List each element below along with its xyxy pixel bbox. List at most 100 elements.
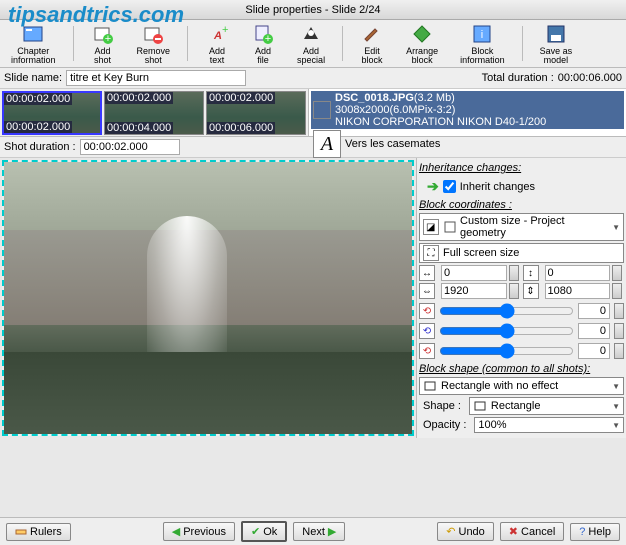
svg-text:i: i bbox=[481, 29, 483, 41]
arrange-block-button[interactable]: Arrange block bbox=[399, 22, 445, 65]
rotate-y-slider[interactable] bbox=[439, 344, 574, 358]
svg-text:+: + bbox=[104, 33, 110, 45]
edit-block-button[interactable]: Edit block bbox=[353, 22, 391, 65]
previous-button[interactable]: ◀Previous bbox=[163, 522, 235, 541]
ry-spin[interactable] bbox=[614, 343, 624, 359]
rulers-button[interactable]: Rulers bbox=[6, 523, 71, 541]
rotate-z-value[interactable]: 0 bbox=[578, 303, 610, 319]
rotate-y-icon: ⟲ bbox=[419, 343, 435, 359]
remove-shot-button[interactable]: Remove shot bbox=[130, 22, 178, 65]
undo-icon: ↶ bbox=[446, 525, 455, 538]
y-input[interactable] bbox=[545, 265, 611, 281]
help-icon: ? bbox=[579, 526, 585, 538]
ok-button[interactable]: ✔Ok bbox=[241, 521, 287, 542]
h-spin[interactable] bbox=[612, 283, 622, 299]
w-spin[interactable] bbox=[509, 283, 519, 299]
chapter-info-button[interactable]: Chapter information bbox=[4, 22, 63, 65]
rotate-x-value[interactable]: 0 bbox=[578, 323, 610, 339]
save-model-icon bbox=[544, 23, 568, 45]
rotate-x-slider[interactable] bbox=[439, 324, 574, 338]
shot-thumb-2[interactable]: 00:00:02.000 00:00:04.000 bbox=[104, 91, 204, 135]
add-shot-icon: + bbox=[91, 23, 115, 45]
h-icon: ⇕ bbox=[523, 283, 539, 299]
svg-text:A: A bbox=[213, 30, 222, 42]
shot-thumbnails: 00:00:02.000 00:00:02.000 00:00:02.000 0… bbox=[0, 89, 308, 136]
shape-title: Block shape (common to all shots): bbox=[419, 361, 624, 377]
text-block-icon: A bbox=[313, 130, 341, 158]
x-input[interactable] bbox=[441, 265, 507, 281]
next-icon: ▶ bbox=[328, 525, 336, 538]
h-input[interactable] bbox=[545, 283, 611, 299]
resize-icon bbox=[443, 220, 457, 234]
block-list: DSC_0018.JPG(3.2 Mb) 3008x2000(6.0MPix-3… bbox=[308, 89, 626, 136]
y-icon: ↕ bbox=[523, 265, 539, 281]
arrange-block-icon bbox=[410, 23, 434, 45]
coords-title: Block coordinates : bbox=[419, 197, 624, 213]
slide-name-label: Slide name: bbox=[4, 72, 62, 84]
add-file-icon: + bbox=[251, 23, 275, 45]
undo-button[interactable]: ↶Undo bbox=[437, 522, 494, 541]
custom-size-combo[interactable]: ◪ Custom size - Project geometry ▼ bbox=[419, 213, 624, 241]
rotate-x-icon: ⟲ bbox=[419, 323, 435, 339]
opacity-combo[interactable]: 100%▼ bbox=[474, 417, 624, 433]
inheritance-title: Inheritance changes: bbox=[419, 160, 624, 176]
arrow-right-icon: ➔ bbox=[427, 178, 439, 195]
opacity-label: Opacity : bbox=[419, 417, 470, 433]
main-toolbar: Chapter information + Add shot Remove sh… bbox=[0, 20, 626, 68]
w-icon: ⇔ bbox=[419, 283, 435, 299]
remove-shot-icon bbox=[141, 23, 165, 45]
svg-text:+: + bbox=[265, 33, 271, 45]
shot-thumb-3[interactable]: 00:00:02.000 00:00:06.000 bbox=[206, 91, 306, 135]
full-screen-button[interactable]: ⛶ Full screen size bbox=[419, 243, 624, 263]
next-button[interactable]: Next▶ bbox=[293, 522, 345, 541]
add-shot-button[interactable]: + Add shot bbox=[84, 22, 122, 65]
image-block-row[interactable]: DSC_0018.JPG(3.2 Mb) 3008x2000(6.0MPix-3… bbox=[311, 91, 624, 129]
y-spin[interactable] bbox=[612, 265, 622, 281]
slide-name-input[interactable] bbox=[66, 70, 246, 86]
rotate-z-icon: ⟲ bbox=[419, 303, 435, 319]
text-block-row[interactable]: A Vers les casemates bbox=[311, 129, 624, 159]
preview-canvas[interactable] bbox=[2, 160, 414, 436]
timeline: 00:00:02.000 00:00:02.000 00:00:02.000 0… bbox=[0, 89, 626, 137]
slide-name-row: Slide name: Total duration : 00:00:06.00… bbox=[0, 68, 626, 89]
rotate-y-value[interactable]: 0 bbox=[578, 343, 610, 359]
add-file-button[interactable]: + Add file bbox=[244, 22, 282, 65]
save-model-button[interactable]: Save as model bbox=[533, 22, 580, 65]
svg-text:+: + bbox=[222, 24, 228, 36]
prev-icon: ◀ bbox=[172, 525, 180, 538]
rx-spin[interactable] bbox=[614, 323, 624, 339]
shot-duration-input[interactable] bbox=[80, 139, 180, 155]
add-special-icon bbox=[299, 23, 323, 45]
shape-label: Shape : bbox=[419, 398, 465, 414]
x-spin[interactable] bbox=[509, 265, 519, 281]
total-duration-label: Total duration : bbox=[482, 72, 554, 84]
block-info-button[interactable]: i Block information bbox=[453, 22, 512, 65]
shape-rect-icon bbox=[473, 399, 487, 413]
shot-thumb-1[interactable]: 00:00:02.000 00:00:02.000 bbox=[2, 91, 102, 135]
add-text-icon: A+ bbox=[205, 23, 229, 45]
cancel-icon: ✖ bbox=[509, 525, 518, 538]
image-thumb-icon bbox=[313, 101, 331, 119]
chapter-icon bbox=[21, 23, 45, 45]
rz-spin[interactable] bbox=[614, 303, 624, 319]
edit-block-icon bbox=[360, 23, 384, 45]
shape-combo[interactable]: Rectangle▼ bbox=[469, 397, 624, 415]
block-info-icon: i bbox=[470, 23, 494, 45]
coord-mode-icon: ◪ bbox=[423, 219, 439, 235]
inherit-checkbox[interactable] bbox=[443, 180, 456, 193]
fullscreen-icon: ⛶ bbox=[423, 245, 439, 261]
rotate-z-slider[interactable] bbox=[439, 304, 574, 318]
rulers-icon bbox=[15, 526, 27, 538]
window-title: Slide properties - Slide 2/24 bbox=[0, 0, 626, 20]
shot-duration-label: Shot duration : bbox=[4, 141, 76, 153]
w-input[interactable] bbox=[441, 283, 507, 299]
cancel-button[interactable]: ✖Cancel bbox=[500, 522, 564, 541]
add-text-button[interactable]: A+ Add text bbox=[198, 22, 236, 65]
rect-icon bbox=[423, 379, 437, 393]
total-duration-value: 00:00:06.000 bbox=[558, 72, 622, 84]
help-button[interactable]: ?Help bbox=[570, 523, 620, 541]
x-icon: ↔ bbox=[419, 265, 435, 281]
ok-icon: ✔ bbox=[251, 525, 260, 538]
effect-combo[interactable]: Rectangle with no effect▼ bbox=[419, 377, 624, 395]
add-special-button[interactable]: Add special bbox=[290, 22, 332, 65]
